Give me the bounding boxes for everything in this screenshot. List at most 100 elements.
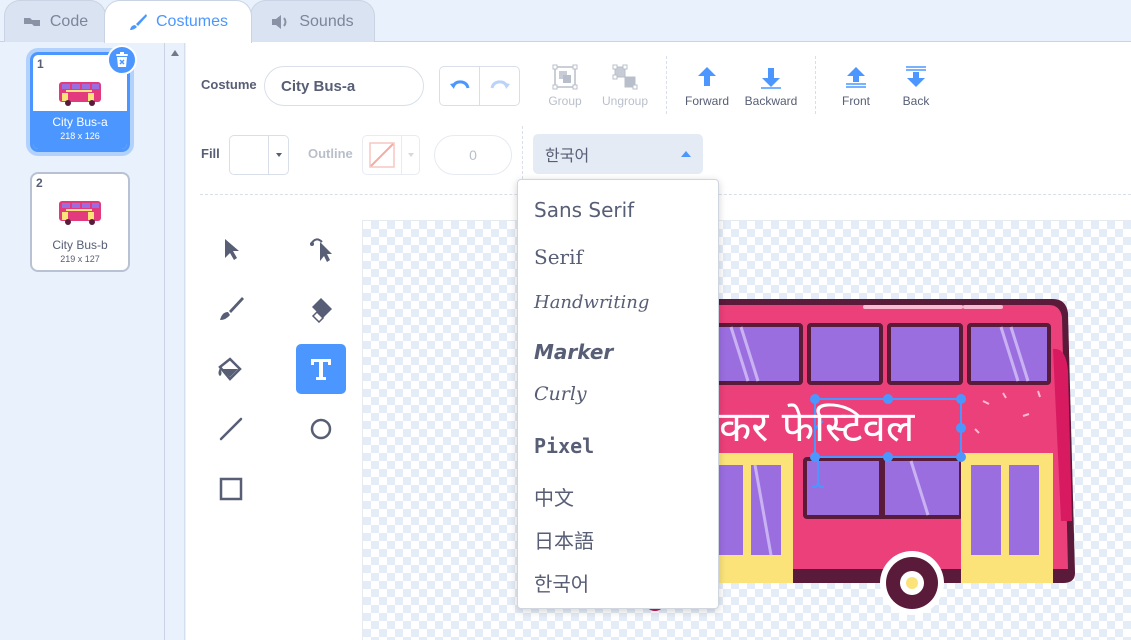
backward-button[interactable]: Backward bbox=[738, 64, 804, 108]
front-button[interactable]: Front bbox=[823, 64, 889, 108]
chevron-down-icon bbox=[407, 153, 414, 157]
brush-icon bbox=[128, 13, 148, 31]
costume-item-2[interactable]: 2 City Bus-b 219 x 127 bbox=[30, 172, 130, 272]
paint-bucket-icon bbox=[218, 357, 242, 381]
tab-label: Costumes bbox=[155, 13, 229, 30]
costume-name-label: Costume bbox=[201, 77, 257, 92]
costume-size: 218 x 126 bbox=[60, 131, 100, 141]
font-option-serif[interactable]: Serif bbox=[534, 245, 583, 269]
font-menu: Sans Serif Serif Handwriting Marker Curl… bbox=[517, 179, 719, 609]
font-dropdown[interactable]: 한국어 bbox=[533, 134, 703, 174]
paint-editor: Costume Group Ungro bbox=[186, 42, 1131, 640]
tab-code[interactable]: Code bbox=[4, 0, 106, 42]
undo-redo-group bbox=[439, 66, 520, 106]
chevron-up-icon bbox=[681, 151, 691, 157]
outline-caret bbox=[401, 136, 419, 174]
costume-thumbnail bbox=[32, 188, 128, 236]
ungroup-button[interactable]: Ungroup bbox=[592, 64, 658, 108]
back-label: Back bbox=[902, 94, 930, 108]
back-icon bbox=[906, 66, 926, 87]
outline-swatch bbox=[363, 136, 401, 174]
forward-button[interactable]: Forward bbox=[674, 64, 740, 108]
tab-label: Code bbox=[49, 12, 89, 30]
backward-icon bbox=[761, 68, 781, 89]
front-label: Front bbox=[841, 94, 870, 108]
circle-icon bbox=[310, 418, 332, 440]
arrow-pointer-icon bbox=[225, 239, 239, 260]
tab-sounds[interactable]: Sounds bbox=[250, 0, 375, 42]
fill-color-picker[interactable] bbox=[229, 135, 289, 175]
font-option-curly[interactable]: Curly bbox=[534, 383, 587, 405]
outline-label: Outline bbox=[308, 146, 353, 161]
circle-tool[interactable] bbox=[296, 404, 346, 454]
outline-color-picker[interactable] bbox=[362, 135, 420, 175]
costume-name: City Bus-a bbox=[52, 115, 108, 129]
group-icon bbox=[552, 64, 578, 90]
costume-list-scrollbar[interactable] bbox=[165, 42, 185, 640]
editor-tabs: Code Sounds Costumes bbox=[0, 0, 1131, 43]
costume-info: City Bus-a 218 x 126 bbox=[33, 111, 127, 149]
font-selected: 한국어 bbox=[545, 148, 590, 165]
font-option-pixel[interactable]: Pixel bbox=[534, 434, 594, 458]
code-icon bbox=[22, 15, 42, 29]
brush-icon bbox=[220, 297, 244, 320]
toolbar-divider bbox=[522, 126, 523, 184]
ungroup-label: Ungroup bbox=[601, 94, 649, 108]
redo-icon bbox=[490, 80, 510, 89]
fill-caret bbox=[268, 136, 288, 174]
toolbar-divider bbox=[666, 56, 667, 114]
text-tool[interactable] bbox=[296, 344, 346, 394]
tab-label: Sounds bbox=[299, 12, 354, 30]
undo-button[interactable] bbox=[440, 67, 479, 105]
costume-name-input[interactable] bbox=[264, 66, 424, 106]
font-option-japanese[interactable]: 日本語 bbox=[534, 525, 594, 554]
fill-swatch bbox=[230, 136, 268, 174]
undo-icon bbox=[449, 80, 469, 89]
bus-drawing: कर फेस्टिवल bbox=[645, 299, 1075, 615]
costume-thumbnail bbox=[33, 69, 127, 117]
backward-label: Backward bbox=[744, 94, 798, 108]
delete-costume-button[interactable] bbox=[107, 45, 137, 75]
no-color-icon bbox=[369, 142, 395, 168]
ungroup-icon bbox=[612, 64, 638, 90]
costume-list: 1 City Bus-a 218 x 126 2 City Bus-b 219 … bbox=[0, 42, 165, 640]
back-button[interactable]: Back bbox=[883, 64, 949, 108]
font-option-handwriting[interactable]: Handwriting bbox=[534, 292, 649, 313]
costume-size: 219 x 127 bbox=[60, 254, 100, 264]
reshape-icon bbox=[310, 238, 332, 262]
font-option-sans-serif[interactable]: Sans Serif bbox=[534, 198, 634, 222]
speaker-icon bbox=[271, 14, 291, 30]
redo-button[interactable] bbox=[479, 67, 519, 105]
canvas-text[interactable]: कर फेस्टिवल bbox=[719, 402, 916, 451]
line-icon bbox=[219, 417, 243, 441]
reshape-tool[interactable] bbox=[296, 224, 346, 274]
rectangle-icon bbox=[219, 477, 243, 501]
font-option-korean[interactable]: 한국어 bbox=[534, 568, 589, 597]
select-tool[interactable] bbox=[206, 224, 256, 274]
tab-costumes[interactable]: Costumes bbox=[104, 0, 252, 43]
costume-name: City Bus-b bbox=[52, 238, 108, 252]
forward-label: Forward bbox=[684, 94, 729, 108]
font-option-marker[interactable]: Marker bbox=[534, 340, 613, 364]
brush-tool[interactable] bbox=[206, 284, 256, 334]
costume-item-1[interactable]: 1 City Bus-a 218 x 126 bbox=[30, 45, 137, 152]
chevron-down-icon bbox=[275, 153, 282, 157]
paint-canvas[interactable]: कर फेस्टिवल bbox=[362, 220, 1131, 640]
costume-info: City Bus-b 219 x 127 bbox=[32, 238, 128, 264]
line-tool[interactable] bbox=[206, 404, 256, 454]
outline-width-input[interactable]: 0 bbox=[434, 135, 512, 175]
front-icon bbox=[846, 67, 866, 88]
toolbar-divider bbox=[815, 56, 816, 114]
rectangle-tool[interactable] bbox=[206, 464, 256, 514]
trash-icon bbox=[116, 52, 128, 67]
eraser-icon bbox=[311, 298, 332, 323]
group-button[interactable]: Group bbox=[532, 64, 598, 108]
forward-icon bbox=[698, 67, 716, 86]
fill-label: Fill bbox=[201, 146, 220, 161]
font-option-chinese[interactable]: 中文 bbox=[534, 482, 574, 511]
scroll-up-icon[interactable] bbox=[171, 50, 179, 56]
fill-tool[interactable] bbox=[206, 344, 256, 394]
eraser-tool[interactable] bbox=[296, 284, 346, 334]
text-t-icon bbox=[311, 359, 331, 380]
group-label: Group bbox=[548, 94, 582, 108]
